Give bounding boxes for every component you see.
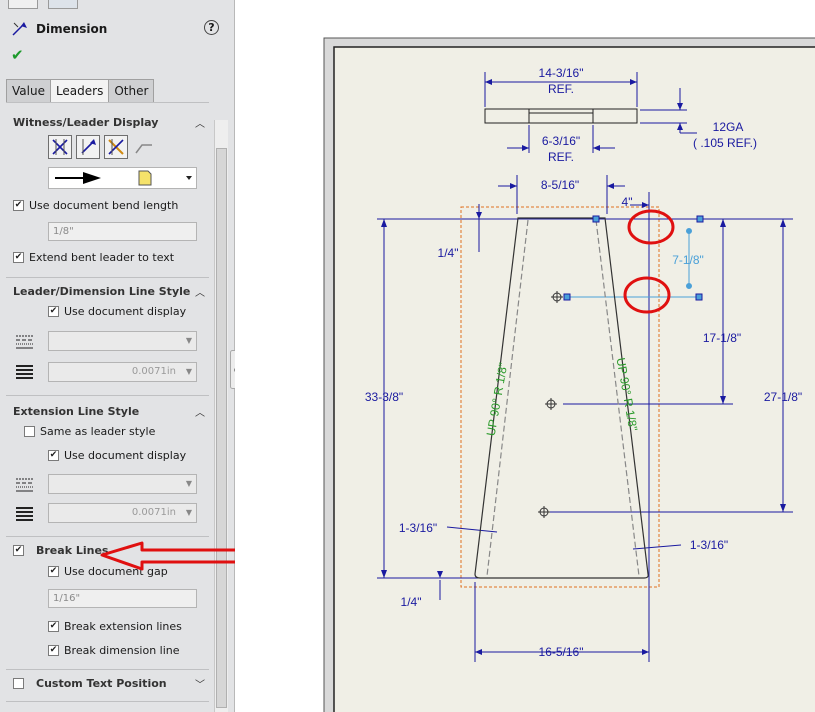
section-title-custom-text[interactable]: Custom Text Position	[36, 677, 167, 690]
tabs-divider	[6, 102, 209, 103]
scrollbar-thumb[interactable]	[216, 148, 227, 708]
dim-text[interactable]: 17-1/8"	[703, 331, 741, 345]
bend-length-checkbox[interactable]: ✔	[13, 200, 24, 211]
extension-use-doc-label: Use document display	[64, 449, 187, 462]
leader-thickness-dropdown[interactable]: 0.0071in ▼	[48, 362, 197, 382]
arrow-style-dropdown[interactable]	[48, 167, 197, 189]
outside-arrows-icon[interactable]	[48, 135, 72, 159]
panel-tabs: Value Leaders Other	[6, 79, 155, 103]
property-manager-tab-icon[interactable]	[48, 0, 78, 9]
break-dimension-checkbox[interactable]: ✔	[48, 645, 59, 656]
feature-manager-tab-icon[interactable]	[8, 0, 38, 9]
witness-buttons	[48, 135, 156, 159]
use-gap-checkbox[interactable]: ✔	[48, 566, 59, 577]
dim-text[interactable]: 1/4"	[438, 246, 459, 260]
extension-thickness-dropdown[interactable]: 0.0071in ▼	[48, 503, 197, 523]
section-title-leader-style[interactable]: Leader/Dimension Line Style	[13, 285, 190, 298]
gap-input[interactable]: 1/16"	[48, 589, 197, 608]
dim-text[interactable]: REF.	[548, 150, 574, 164]
collapse-icon[interactable]: ︿	[195, 284, 205, 299]
dim-text[interactable]: 12GA	[713, 120, 744, 134]
same-as-leader-checkbox[interactable]	[24, 426, 35, 437]
panel-scrollbar[interactable]	[214, 120, 228, 712]
section-divider	[6, 701, 209, 702]
dim-text[interactable]: 7-1/8"	[672, 253, 704, 267]
tab-leaders[interactable]: Leaders	[49, 79, 110, 103]
leader-use-doc-label: Use document display	[64, 305, 187, 318]
dim-text[interactable]: 1/4"	[401, 595, 422, 609]
collapse-icon[interactable]: ︿	[195, 115, 205, 130]
break-extension-checkbox[interactable]: ✔	[48, 621, 59, 632]
annotation-arrow	[100, 541, 252, 571]
section-divider	[6, 395, 209, 396]
leader-use-doc-checkbox[interactable]: ✔	[48, 306, 59, 317]
question-icon[interactable]: ?	[204, 20, 219, 35]
dimension-icon	[12, 22, 27, 36]
section-title-extension-style[interactable]: Extension Line Style	[13, 405, 139, 418]
extension-use-doc-checkbox[interactable]: ✔	[48, 450, 59, 461]
same-as-leader-label: Same as leader style	[40, 425, 156, 438]
bend-length-input[interactable]: 1/8"	[48, 222, 197, 241]
dim-text[interactable]: 8-5/16"	[541, 178, 579, 192]
dim-text[interactable]: ( .105 REF.)	[693, 136, 757, 150]
extend-leader-checkbox[interactable]: ✔	[13, 252, 24, 263]
bent-leader-icon[interactable]	[132, 135, 156, 159]
break-extension-label: Break extension lines	[64, 620, 182, 633]
dim-text[interactable]: 27-1/8"	[764, 390, 802, 404]
section-divider	[6, 669, 209, 670]
dim-text[interactable]: REF.	[548, 82, 574, 96]
dim-text[interactable]: 33-3/8"	[365, 390, 403, 404]
extend-leader-label: Extend bent leader to text	[29, 251, 175, 264]
leader-line-style-dropdown[interactable]: ▼	[48, 331, 197, 351]
extension-thickness-value: 0.0071in	[131, 507, 176, 518]
section-divider	[6, 277, 209, 278]
collapse-icon[interactable]: ︿	[195, 404, 205, 419]
leader-thickness-value: 0.0071in	[131, 366, 176, 377]
dim-text[interactable]: 1-3/16"	[690, 538, 728, 552]
extension-line-style-dropdown[interactable]: ▼	[48, 474, 197, 494]
expand-icon[interactable]: ﹀	[195, 676, 205, 691]
checkmark-icon[interactable]: ✔	[11, 46, 24, 64]
panel-header: Dimension	[10, 20, 107, 38]
break-lines-checkbox[interactable]: ✔	[13, 545, 24, 556]
break-dimension-label: Break dimension line	[64, 644, 180, 657]
panel-title: Dimension	[36, 22, 108, 36]
line-thickness-icon	[16, 365, 33, 379]
dim-text[interactable]: 14-3/16"	[539, 66, 584, 80]
custom-text-checkbox[interactable]	[13, 678, 24, 689]
line-thickness-icon	[16, 507, 33, 521]
line-style-icon	[16, 335, 33, 349]
dim-text[interactable]: 4"	[622, 195, 633, 209]
line-style-icon	[16, 478, 33, 492]
bend-length-label: Use document bend length	[29, 199, 179, 212]
panel-top-tabs	[0, 0, 234, 10]
section-divider	[6, 536, 209, 537]
tab-other[interactable]: Other	[108, 79, 155, 103]
smart-arrows-icon[interactable]	[104, 135, 128, 159]
dim-text[interactable]: 1-3/16"	[399, 521, 437, 535]
section-title-witness[interactable]: Witness/Leader Display	[13, 116, 158, 129]
tab-value[interactable]: Value	[6, 79, 51, 103]
drawing-canvas[interactable]: 14-3/16" REF. 6-3/16" REF. 12GA ( .105 R…	[235, 0, 815, 712]
property-manager-panel: Dimension ? ✔ Value Leaders Other Witnes…	[0, 0, 235, 712]
inside-arrows-icon[interactable]	[76, 135, 100, 159]
dim-text[interactable]: 16-5/16"	[539, 645, 584, 659]
dim-text[interactable]: 6-3/16"	[542, 134, 580, 148]
